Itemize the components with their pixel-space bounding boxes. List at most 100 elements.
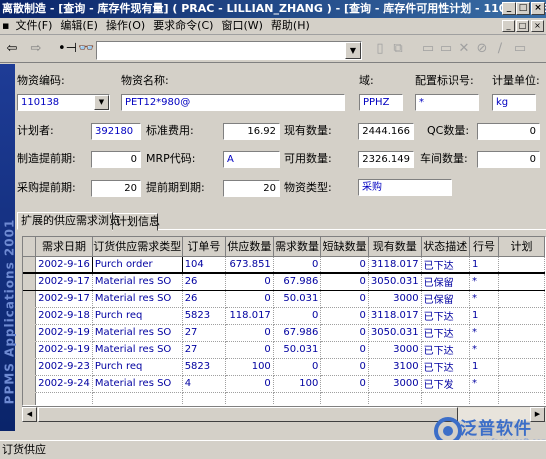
table-row[interactable]: 2002-9-18 Purch req 5823 118.017 0 0 311…: [23, 307, 545, 325]
cell-type[interactable]: Material res SO: [92, 375, 183, 393]
purch-lead-field[interactable]: 20: [91, 180, 141, 197]
child-restore-button[interactable]: □: [516, 20, 529, 32]
cell-demand-date[interactable]: 2002-9-24: [35, 375, 93, 393]
arrow-right-icon[interactable]: ⇨: [28, 41, 44, 57]
cell-status[interactable]: 已下达: [421, 324, 471, 342]
cell-shortage-qty[interactable]: 0: [320, 358, 369, 376]
item-type-field[interactable]: 采购: [358, 179, 452, 196]
cell-shortage-qty[interactable]: 0: [320, 375, 369, 393]
cell-order-no[interactable]: 5823: [182, 307, 227, 325]
cell-plan[interactable]: [498, 290, 545, 308]
cell-line-no[interactable]: *: [469, 375, 499, 393]
row-selector[interactable]: [23, 324, 37, 342]
minimize-button[interactable]: _: [502, 2, 516, 15]
cell-type[interactable]: Material res SO: [92, 324, 183, 342]
cell-supply-qty[interactable]: 0: [225, 341, 274, 359]
col-header-line-no[interactable]: 行号: [469, 237, 499, 257]
table-row[interactable]: [23, 392, 545, 405]
copy-icon[interactable]: ⧉: [390, 41, 406, 57]
cell-type[interactable]: Material res SO: [92, 290, 183, 308]
cell-shortage-qty[interactable]: 0: [320, 290, 369, 308]
std-cost-field[interactable]: 16.92: [223, 123, 280, 140]
cell-order-no[interactable]: 104: [182, 256, 227, 274]
cell-on-hand-qty[interactable]: 3050.031: [368, 272, 422, 291]
tab-extended-supply-demand[interactable]: 扩展的供应需求浏览: [17, 212, 120, 230]
cell-line-no[interactable]: *: [469, 324, 499, 342]
table-row[interactable]: 2002-9-24 Material res SO 4 0 100 0 3000…: [23, 375, 545, 393]
col-header-demand-date[interactable]: 需求日期: [35, 237, 93, 257]
cell-demand-date[interactable]: 2002-9-16: [35, 256, 93, 274]
app-icon[interactable]: ▪: [0, 18, 11, 34]
cell-supply-qty[interactable]: 0: [225, 324, 274, 342]
chevron-down-icon[interactable]: ▼: [345, 42, 361, 59]
item-name-field[interactable]: PET12*980@: [121, 94, 345, 111]
cell-plan[interactable]: [498, 256, 545, 274]
uom-field[interactable]: kg: [492, 94, 536, 111]
cell-status[interactable]: 已下达: [421, 256, 471, 274]
cell-demand-qty[interactable]: 0: [273, 358, 322, 376]
cell-on-hand-qty[interactable]: 3118.017: [368, 307, 422, 325]
child-minimize-button[interactable]: _: [502, 20, 515, 32]
cell-on-hand-qty[interactable]: 3000: [368, 290, 422, 308]
new-record-icon[interactable]: ▭: [420, 41, 436, 57]
cell-status[interactable]: 已下达: [421, 307, 471, 325]
cell-line-no[interactable]: 1: [469, 256, 499, 274]
mfg-lead-field[interactable]: 0: [91, 151, 141, 168]
cell-on-hand-qty[interactable]: 3000: [368, 341, 422, 359]
cell-plan[interactable]: [498, 272, 545, 291]
col-header-type[interactable]: 订货供应需求类型: [92, 237, 183, 257]
cell-order-no[interactable]: 26: [182, 272, 227, 291]
mrp-code-field[interactable]: A: [223, 151, 280, 168]
col-header-demand-qty[interactable]: 需求数量: [273, 237, 322, 257]
cell-status[interactable]: 已下达: [421, 358, 471, 376]
cell-order-no[interactable]: 26: [182, 290, 227, 308]
col-header-supply-qty[interactable]: 供应数量: [225, 237, 274, 257]
cell-type[interactable]: Material res SO: [92, 341, 183, 359]
cell-plan[interactable]: [498, 341, 545, 359]
cell-demand-date[interactable]: 2002-9-18: [35, 307, 93, 325]
edit-icon[interactable]: ∕: [492, 41, 508, 57]
row-selector[interactable]: [23, 256, 37, 274]
config-id-field[interactable]: *: [415, 94, 479, 111]
cell-empty[interactable]: [225, 392, 274, 405]
menu-command[interactable]: 要求命令(C): [149, 18, 217, 34]
cell-demand-qty[interactable]: 0: [273, 307, 322, 325]
chevron-down-icon[interactable]: ▼: [94, 95, 109, 110]
menu-help[interactable]: 帮助(H): [267, 18, 314, 34]
folder-icon[interactable]: ▭: [512, 41, 528, 57]
cell-type[interactable]: Purch order: [91, 255, 183, 274]
qc-qty-field[interactable]: 0: [477, 123, 540, 140]
cell-demand-qty[interactable]: 50.031: [273, 341, 322, 359]
cell-empty[interactable]: [498, 392, 545, 405]
cell-demand-qty[interactable]: 100: [273, 375, 322, 393]
cell-empty[interactable]: [368, 392, 422, 405]
cell-on-hand-qty[interactable]: 3000: [368, 375, 422, 393]
cell-demand-qty[interactable]: 67.986: [273, 324, 322, 342]
lead-to-date-field[interactable]: 20: [223, 180, 280, 197]
menu-window[interactable]: 窗口(W): [217, 18, 266, 34]
cell-demand-qty[interactable]: 67.986: [273, 272, 322, 291]
row-selector[interactable]: [23, 375, 37, 393]
menu-file[interactable]: 文件(F): [11, 18, 56, 34]
cell-empty[interactable]: [35, 392, 93, 405]
cell-line-no[interactable]: 1: [469, 358, 499, 376]
scroll-thumb[interactable]: [38, 407, 458, 422]
cell-line-no[interactable]: *: [469, 272, 499, 291]
cell-supply-qty[interactable]: 673.851: [225, 256, 274, 274]
item-code-field[interactable]: 110138 ▼: [17, 94, 110, 111]
cell-demand-qty[interactable]: 0: [273, 256, 322, 274]
col-header-order-no[interactable]: 订单号: [182, 237, 227, 257]
cell-on-hand-qty[interactable]: 3118.017: [368, 256, 422, 274]
table-row[interactable]: 2002-9-17 Material res SO 26 0 67.986 0 …: [23, 272, 545, 291]
cell-plan[interactable]: [498, 375, 545, 393]
cell-plan[interactable]: [498, 324, 545, 342]
cell-status[interactable]: 已保留: [421, 272, 471, 291]
cell-shortage-qty[interactable]: 0: [320, 272, 369, 291]
row-selector[interactable]: [23, 307, 37, 325]
row-selector[interactable]: [23, 392, 37, 405]
cell-demand-date[interactable]: 2002-9-17: [35, 290, 93, 308]
cell-order-no[interactable]: 4: [182, 375, 227, 393]
table-row[interactable]: 2002-9-19 Material res SO 27 0 50.031 0 …: [23, 341, 545, 359]
row-selector[interactable]: [23, 272, 37, 291]
cell-status[interactable]: 已下发: [421, 375, 471, 393]
